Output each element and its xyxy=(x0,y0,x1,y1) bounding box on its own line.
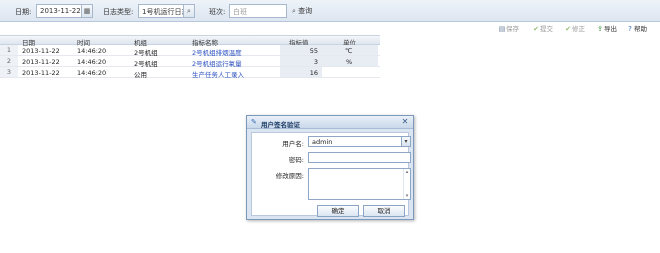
logtype-search-icon[interactable]: ⌕ xyxy=(184,4,195,18)
cell-unit-group: 公用 xyxy=(134,71,147,79)
user-signature-dialog: ✎ 用户签名验证 ✕ 用户名: admin ▾ 密码: 修改原因: ▴ ▾ 确定 … xyxy=(246,115,414,220)
help-icon: ? xyxy=(628,25,632,33)
date-label: 日期: xyxy=(15,8,32,16)
search-icon: ⌕ xyxy=(292,7,296,15)
row-number: 2 xyxy=(0,56,18,66)
ok-button[interactable]: 确定 xyxy=(317,205,359,217)
cell-indicator-value[interactable]: 3 xyxy=(284,58,318,66)
check-icon: ✔ xyxy=(533,25,539,33)
calendar-icon[interactable]: ▦ xyxy=(82,4,93,18)
cell-unit: ℃ xyxy=(345,47,353,55)
shift-input[interactable]: 白班 xyxy=(229,4,287,18)
cell-indicator-value[interactable]: 55 xyxy=(284,47,318,55)
cell-indicator-value[interactable]: 16 xyxy=(284,69,318,77)
cell-time: 14:46:20 xyxy=(77,47,107,55)
username-value: admin xyxy=(312,138,333,146)
export-button[interactable]: ⇪导出 xyxy=(596,24,617,34)
table-row[interactable]: 1 2013-11-22 14:46:20 2号机组 2号机组排烟温度 55 ℃ xyxy=(0,45,380,57)
shift-label: 班次: xyxy=(209,8,226,16)
toolbar: ▤保存 ✔提交 ✔修正 ⇪导出 ? 帮助 xyxy=(0,22,660,35)
cell-indicator-name[interactable]: 生产任务人工录入 xyxy=(192,69,244,79)
grid-header: 日期 时间 机组 指标名称 指标值 单位 xyxy=(0,35,380,47)
cell-time: 14:46:20 xyxy=(77,58,107,66)
submit-button[interactable]: ✔提交 xyxy=(532,24,553,34)
reason-textarea[interactable]: ▴ ▾ xyxy=(308,168,411,200)
username-label: 用户名: xyxy=(282,140,304,148)
dialog-titlebar[interactable]: ✎ 用户签名验证 ✕ xyxy=(247,116,413,129)
data-grid: 日期 时间 机组 指标名称 指标值 单位 1 2013-11-22 14:46:… xyxy=(0,35,380,79)
dialog-body: 用户名: admin ▾ 密码: 修改原因: ▴ ▾ xyxy=(251,132,411,216)
table-row[interactable]: 3 2013-11-22 14:46:20 公用 生产任务人工录入 16 xyxy=(0,67,380,79)
password-field[interactable] xyxy=(308,152,411,163)
username-select[interactable]: admin ▾ xyxy=(308,136,411,147)
cancel-button[interactable]: 取消 xyxy=(363,205,405,217)
cell-date: 2013-11-22 xyxy=(22,58,60,66)
row-number: 3 xyxy=(0,67,18,77)
filter-bar: 日期: 2013-11-22 ▦ 日志类型: 1号机运行日志 ⌕ 班次: 白班 … xyxy=(0,0,660,22)
save-icon: ▤ xyxy=(498,25,506,33)
user-key-icon: ✎ xyxy=(251,118,257,126)
logtype-input[interactable]: 1号机运行日志 xyxy=(138,4,184,18)
chevron-down-icon[interactable]: ▾ xyxy=(401,137,410,146)
query-button[interactable]: ⌕ 查询 xyxy=(292,6,312,16)
check-icon: ✔ xyxy=(565,25,571,33)
close-icon[interactable]: ✕ xyxy=(400,117,410,127)
password-label: 密码: xyxy=(288,156,304,164)
cell-date: 2013-11-22 xyxy=(22,47,60,55)
query-label: 查询 xyxy=(298,7,313,15)
dialog-title: 用户签名验证 xyxy=(261,121,300,129)
logtype-label: 日志类型: xyxy=(103,8,134,16)
help-button[interactable]: ? 帮助 xyxy=(626,24,647,34)
cell-time: 14:46:20 xyxy=(77,69,107,77)
textarea-scrollbar[interactable]: ▴ ▾ xyxy=(403,169,410,199)
cell-unit: % xyxy=(346,58,353,66)
date-input[interactable]: 2013-11-22 xyxy=(36,4,82,18)
reason-label: 修改原因: xyxy=(275,172,304,180)
table-row[interactable]: 2 2013-11-22 14:46:20 2号机组 2号机组运行氧量 3 % xyxy=(0,56,380,68)
modify-button[interactable]: ✔修正 xyxy=(564,24,585,34)
export-icon: ⇪ xyxy=(597,25,603,33)
cell-date: 2013-11-22 xyxy=(22,69,60,77)
save-button[interactable]: ▤保存 xyxy=(498,24,519,34)
row-number: 1 xyxy=(0,45,18,55)
